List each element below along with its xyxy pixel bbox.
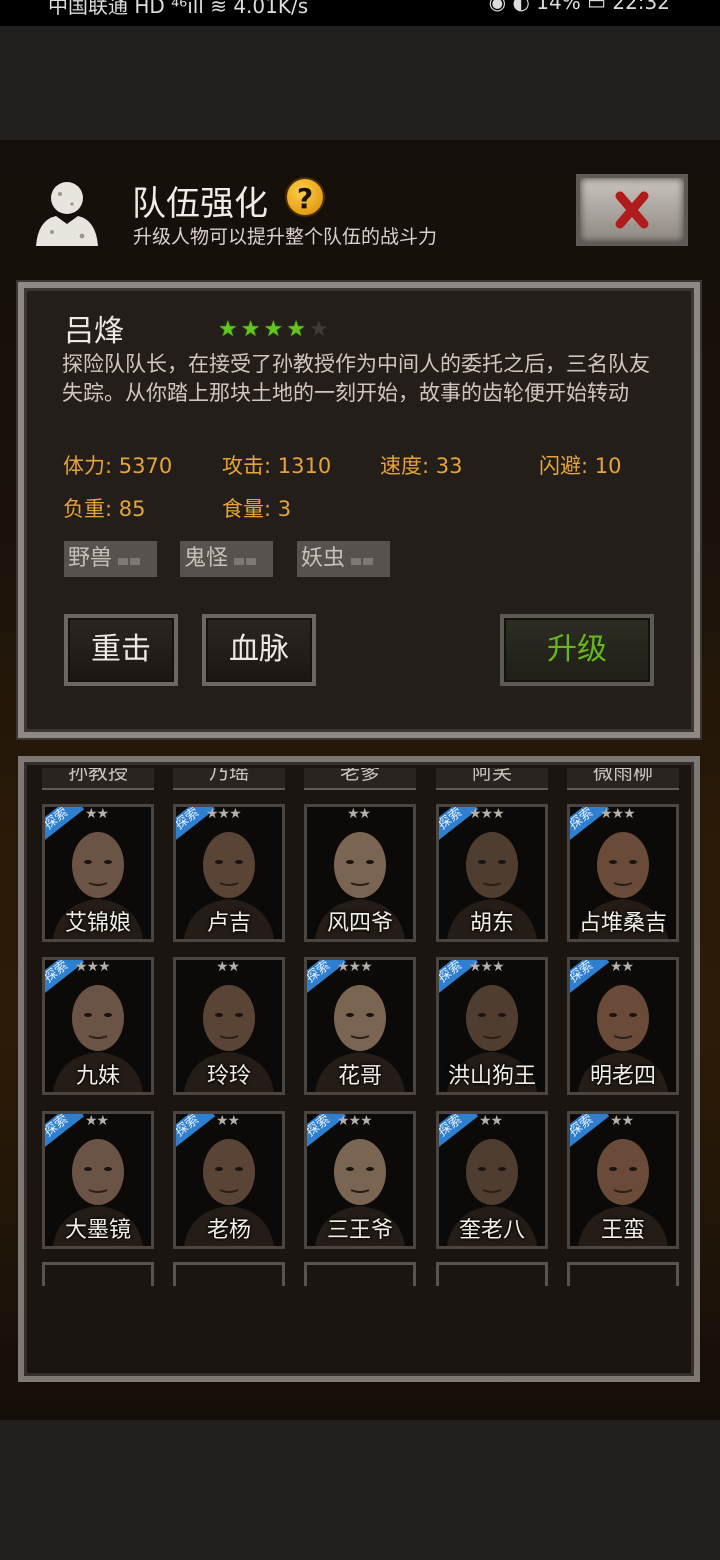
character-card[interactable]: 探索 ★★★ 九妹	[42, 957, 154, 1095]
character-star-rating: ★★	[85, 1113, 109, 1129]
character-name: 大墨镜	[64, 1218, 131, 1243]
tag-ghost: 鬼怪	[180, 541, 273, 577]
hero-name: 吕烽	[64, 314, 124, 349]
character-star-rating: ★★	[610, 1113, 634, 1129]
character-star-rating: ★★★	[600, 806, 636, 822]
character-card[interactable]: ★★ 玲玲	[173, 957, 285, 1095]
character-name: 卢吉	[206, 911, 251, 936]
page-subtitle: 升级人物可以提升整个队伍的战斗力	[133, 226, 438, 248]
character-name: 艾锦娘	[64, 911, 131, 936]
bloodline-button[interactable]: 血脉	[202, 614, 316, 686]
character-name: 占堆桑吉	[578, 911, 667, 936]
character-card[interactable]: 探索 ★★ 奎老八	[436, 1111, 548, 1249]
character-card[interactable]: ★★ 风四爷	[304, 804, 416, 942]
character-card[interactable]: 探索 ★★ 老杨	[173, 1111, 285, 1249]
character-star-rating: ★★★	[337, 1113, 373, 1129]
empty-character-slot	[304, 1262, 416, 1286]
star-icon: ★	[218, 317, 238, 342]
character-card[interactable]: 探索 ★★★ 占堆桑吉	[567, 804, 679, 942]
stat-load: 负重: 85	[63, 497, 146, 521]
character-name: 乃瑶	[209, 768, 249, 784]
character-name: 花哥	[337, 1064, 382, 1089]
character-star-rating: ★★★	[469, 806, 505, 822]
character-card[interactable]: 探索 ★★★ 胡东	[436, 804, 548, 942]
upgrade-button[interactable]: 升级	[500, 614, 654, 686]
status-bar: 中国联通 HD ⁴⁶ıll ≋ 4.01K/s ◉ ◐ 14% ▭ 22:32	[0, 0, 720, 26]
stat-speed: 速度: 33	[380, 454, 463, 478]
character-star-rating: ★★	[85, 806, 109, 822]
character-name: 明老四	[589, 1064, 656, 1089]
character-card-partial[interactable]: 阿笑	[436, 768, 548, 790]
stat-food: 食量: 3	[222, 497, 292, 521]
character-star-rating: ★★★	[75, 959, 111, 975]
tag-beast: 野兽	[64, 541, 157, 577]
character-star-rating: ★★	[216, 1113, 240, 1129]
character-star-rating: ★★★	[337, 959, 373, 975]
character-name: 奎老八	[458, 1218, 525, 1243]
character-card-partial[interactable]: 老爹	[304, 768, 416, 790]
character-card[interactable]: 探索 ★★ 大墨镜	[42, 1111, 154, 1249]
character-card[interactable]: 探索 ★★★ 三王爷	[304, 1111, 416, 1249]
empty-character-slot	[436, 1262, 548, 1286]
tag-label: 妖虫	[301, 546, 346, 571]
close-icon	[615, 191, 649, 229]
hero-description: 探险队队长，在接受了孙教授作为中间人的委托之后，三名队友失踪。从你踏上那块土地的…	[62, 352, 650, 405]
character-star-rating: ★★★	[206, 806, 242, 822]
star-icon: ★	[263, 317, 284, 342]
character-name: 九妹	[75, 1064, 120, 1089]
character-star-rating: ★★	[479, 1113, 503, 1129]
character-star-rating: ★★	[610, 959, 634, 975]
character-name: 胡东	[469, 911, 514, 936]
empty-character-slot	[173, 1262, 285, 1286]
status-right: ◉ ◐ 14% ▭ 22:32	[488, 0, 670, 14]
hero-star-rating: ★ ★ ★ ★ ★	[218, 318, 329, 342]
tag-insect: 妖虫	[297, 541, 390, 577]
character-card[interactable]: 探索 ★★★ 卢吉	[173, 804, 285, 942]
star-icon: ★	[308, 317, 329, 342]
character-card-partial[interactable]: 微雨柳	[567, 768, 679, 790]
stat-attack: 攻击: 1310	[222, 454, 332, 478]
empty-character-slot	[42, 1262, 154, 1286]
character-card-partial[interactable]: 孙教授	[42, 768, 154, 790]
character-name: 孙教授	[68, 768, 128, 784]
stat-hp: 体力: 5370	[63, 454, 173, 478]
character-name: 王蛮	[600, 1218, 645, 1243]
help-icon[interactable]: ?	[285, 177, 325, 217]
character-star-rating: ★★★	[469, 959, 505, 975]
character-name: 玲玲	[206, 1064, 251, 1089]
character-name: 阿笑	[472, 768, 512, 784]
character-name: 微雨柳	[593, 768, 653, 784]
character-name: 老爹	[340, 768, 380, 784]
character-card[interactable]: 探索 ★★★ 花哥	[304, 957, 416, 1095]
bottom-letterbox	[0, 1420, 720, 1560]
stat-dodge: 闪避: 10	[539, 454, 622, 478]
star-icon: ★	[286, 317, 306, 342]
character-star-rating: ★★	[347, 806, 371, 822]
status-left: 中国联通 HD ⁴⁶ıll ≋ 4.01K/s	[48, 0, 309, 18]
character-name: 风四爷	[326, 911, 393, 936]
top-letterbox	[0, 26, 720, 140]
tag-label: 鬼怪	[184, 546, 229, 571]
character-card-partial[interactable]: 乃瑶	[173, 768, 285, 790]
page-title: 队伍强化	[132, 184, 268, 224]
character-card[interactable]: 探索 ★★ 明老四	[567, 957, 679, 1095]
character-card[interactable]: 探索 ★★ 王蛮	[567, 1111, 679, 1249]
character-name: 老杨	[206, 1218, 251, 1243]
character-name: 三王爷	[326, 1218, 393, 1243]
close-button[interactable]	[576, 174, 688, 246]
character-name: 洪山狗王	[447, 1064, 536, 1089]
person-silhouette-icon	[36, 182, 98, 246]
character-card[interactable]: 探索 ★★ 艾锦娘	[42, 804, 154, 942]
tag-label: 野兽	[68, 546, 113, 571]
character-card[interactable]: 探索 ★★★ 洪山狗王	[436, 957, 548, 1095]
character-star-rating: ★★	[216, 959, 240, 975]
empty-character-slot	[567, 1262, 679, 1286]
heavy-strike-button[interactable]: 重击	[64, 614, 178, 686]
star-icon: ★	[240, 317, 261, 342]
